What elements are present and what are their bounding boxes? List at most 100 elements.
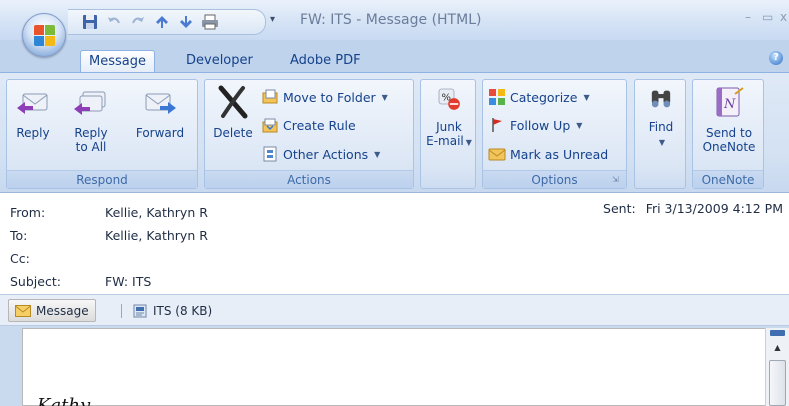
ribbon-tabs: Message Developer Adobe PDF ?	[0, 40, 789, 73]
mark-as-unread-label: Mark as Unread	[510, 146, 609, 162]
respond-group-label: Respond	[7, 170, 197, 188]
minimize-button[interactable]: –	[745, 10, 751, 24]
scroll-ruler-icon	[770, 330, 785, 336]
scroll-thumb[interactable]	[769, 360, 786, 406]
junk-label-2: E-mail	[426, 134, 464, 148]
junk-email-button[interactable]: % Junk E-mail ▼	[424, 84, 474, 150]
actions-group-label: Actions	[205, 170, 413, 188]
send-to-onenote-button[interactable]: N Send to OneNote	[695, 84, 763, 154]
attachment-its[interactable]: ITS (8 KB)	[126, 299, 218, 322]
categorize-icon	[489, 89, 505, 105]
chevron-down-icon: ▼	[658, 138, 666, 147]
office-button[interactable]	[22, 13, 66, 57]
sent-row: Sent: Fri 3/13/2009 4:12 PM	[603, 201, 783, 216]
reply-label: Reply	[16, 126, 50, 140]
tab-adobe-pdf[interactable]: Adobe PDF	[282, 50, 369, 72]
send-to-onenote-label-2: OneNote	[702, 140, 756, 154]
subject-label: Subject:	[10, 274, 61, 289]
quick-access-toolbar	[68, 9, 266, 35]
message-body[interactable]: Kathy	[22, 328, 769, 406]
other-actions-icon	[263, 146, 277, 162]
junk-email-icon: %	[438, 88, 460, 110]
undo-icon[interactable]	[104, 12, 124, 32]
move-to-folder-button[interactable]: Move to Folder ▼	[261, 86, 388, 108]
follow-up-label: Follow Up	[510, 117, 571, 133]
create-rule-icon	[262, 118, 278, 133]
onenote-icon: N	[716, 87, 744, 117]
respond-group: Reply Reply to All Forward Respond	[6, 79, 198, 189]
move-to-folder-icon	[262, 89, 278, 104]
print-icon[interactable]	[200, 12, 220, 32]
mark-unread-icon	[488, 148, 506, 161]
message-tab-button[interactable]: Message	[8, 299, 96, 322]
reply-all-icon	[74, 91, 106, 115]
chevron-down-icon: ▼	[374, 149, 381, 159]
delete-label: Delete	[213, 126, 253, 140]
forward-button[interactable]: Forward	[125, 84, 195, 140]
chevron-down-icon: ▼	[576, 120, 583, 130]
attachment-name: ITS (8 KB)	[153, 303, 213, 318]
tab-developer[interactable]: Developer	[178, 50, 261, 72]
dialog-launcher-icon[interactable]: ⇲	[612, 175, 622, 185]
chevron-down-icon: ▼	[381, 92, 388, 102]
office-logo-icon	[34, 25, 56, 47]
categorize-button[interactable]: Categorize ▼	[488, 86, 590, 108]
title-bar: ▾ FW: ITS - Message (HTML) – ▭ x	[0, 0, 789, 40]
save-icon[interactable]	[80, 12, 100, 32]
from-value[interactable]: Kellie, Kathryn R	[105, 205, 208, 220]
close-button[interactable]: x	[780, 10, 787, 24]
from-label: From:	[10, 205, 46, 220]
message-tab-label: Message	[36, 303, 89, 318]
binoculars-icon	[651, 90, 671, 108]
create-rule-label: Create Rule	[283, 117, 356, 133]
other-actions-label: Other Actions	[283, 146, 369, 162]
message-header: From: Kellie, Kathryn R To: Kellie, Kath…	[0, 192, 789, 294]
categorize-label: Categorize	[510, 89, 578, 105]
flag-icon	[492, 118, 502, 132]
tab-message[interactable]: Message	[80, 50, 155, 73]
chevron-down-icon: ▼	[583, 92, 590, 102]
redo-icon[interactable]	[128, 12, 148, 32]
previous-item-icon[interactable]	[152, 12, 172, 32]
help-icon[interactable]: ?	[769, 51, 783, 65]
reply-icon	[17, 93, 48, 114]
maximize-button[interactable]: ▭	[762, 10, 773, 24]
other-actions-button[interactable]: Other Actions ▼	[261, 143, 380, 165]
junk-label-1: Junk	[436, 120, 462, 134]
find-group: Find ▼	[634, 79, 686, 189]
options-group: Categorize ▼ Follow Up ▼ Mark as Unread Op…	[482, 79, 627, 189]
envelope-icon	[15, 304, 31, 317]
reply-all-button[interactable]: Reply to All	[63, 84, 119, 154]
chevron-down-icon: ▼	[465, 138, 472, 147]
sent-value: Fri 3/13/2009 4:12 PM	[645, 201, 783, 216]
separator	[121, 304, 122, 318]
mark-as-unread-button[interactable]: Mark as Unread	[488, 143, 608, 165]
vertical-scrollbar[interactable]: ▲	[765, 328, 789, 406]
follow-up-button[interactable]: Follow Up ▼	[488, 114, 582, 136]
greeting-text: Kathy	[37, 395, 91, 406]
scroll-up-icon[interactable]: ▲	[770, 342, 785, 354]
reply-all-label-1: Reply	[74, 126, 108, 140]
reply-button[interactable]: Reply	[11, 84, 55, 140]
options-group-label: Options	[483, 170, 626, 188]
reply-all-label-2: to All	[75, 140, 107, 154]
delete-button[interactable]: Delete	[209, 84, 257, 140]
to-value[interactable]: Kellie, Kathryn R	[105, 228, 208, 243]
attachment-bar: Message ITS (8 KB)	[0, 294, 789, 326]
delete-icon	[218, 85, 248, 119]
ribbon: Reply Reply to All Forward Respond Delet…	[0, 72, 789, 192]
find-button[interactable]: Find ▼	[638, 84, 684, 150]
onenote-group: N Send to OneNote OneNote	[692, 79, 764, 189]
onenote-group-label: OneNote	[693, 170, 763, 188]
attachment-file-icon	[133, 304, 147, 317]
forward-label: Forward	[135, 126, 185, 140]
move-to-folder-label: Move to Folder	[283, 89, 376, 105]
junk-group: % Junk E-mail ▼	[420, 79, 476, 189]
forward-icon	[145, 93, 176, 114]
customize-toolbar-icon[interactable]: ▾	[270, 14, 275, 25]
create-rule-button[interactable]: Create Rule	[261, 114, 356, 136]
svg-text:N: N	[723, 97, 736, 112]
actions-group: Delete Move to Folder ▼ Create Rule Other…	[204, 79, 414, 189]
next-item-icon[interactable]	[176, 12, 196, 32]
subject-value: FW: ITS	[105, 274, 152, 289]
